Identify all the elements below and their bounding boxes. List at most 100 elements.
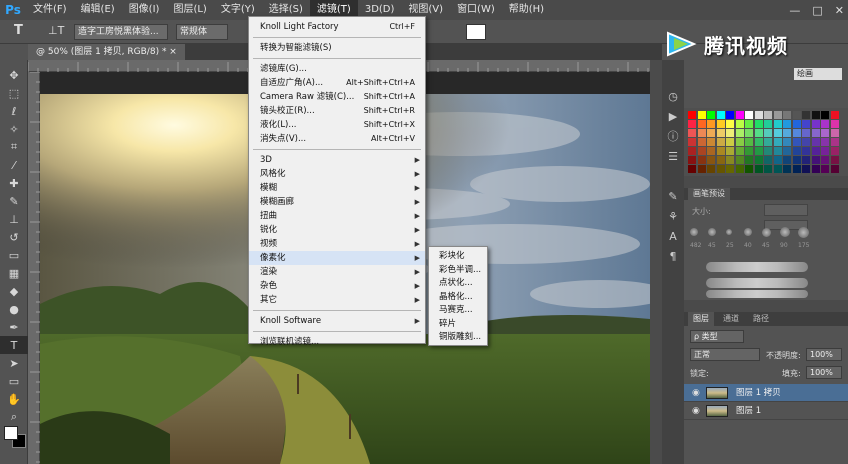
color-swatch[interactable]: [811, 138, 820, 146]
gradient-icon[interactable]: ▦: [0, 264, 28, 282]
maximize-icon[interactable]: □: [812, 4, 822, 17]
color-swatch[interactable]: [783, 156, 791, 164]
filter-menu-item[interactable]: Knoll Light Factory Ctrl+F: [249, 20, 425, 34]
color-swatch[interactable]: [688, 147, 696, 155]
color-swatch[interactable]: [821, 129, 829, 137]
font-style-select[interactable]: 常规体: [176, 24, 228, 40]
color-swatch[interactable]: [745, 147, 753, 155]
opacity-field[interactable]: 100%: [806, 348, 842, 361]
zoom-icon[interactable]: ⌕: [0, 408, 28, 426]
color-swatch[interactable]: [745, 129, 753, 137]
color-swatch[interactable]: [792, 138, 801, 146]
color-swatch[interactable]: [688, 156, 696, 164]
healing-icon[interactable]: ✚: [0, 174, 28, 192]
color-swatch[interactable]: [745, 111, 753, 119]
color-swatch[interactable]: [783, 111, 791, 119]
color-swatch[interactable]: [726, 120, 734, 128]
color-swatch[interactable]: [735, 120, 744, 128]
color-swatch[interactable]: [773, 111, 782, 119]
paragraph-icon[interactable]: ¶: [662, 246, 684, 266]
brush-tip[interactable]: [708, 228, 716, 236]
color-swatch[interactable]: [697, 147, 706, 155]
fill-field[interactable]: 100%: [806, 366, 842, 379]
type-icon[interactable]: T: [0, 336, 28, 354]
color-swatch[interactable]: [783, 147, 791, 155]
color-swatch[interactable]: [707, 156, 715, 164]
color-swatch[interactable]: [726, 147, 734, 155]
minimize-icon[interactable]: —: [789, 4, 800, 17]
color-swatch[interactable]: [726, 138, 734, 146]
layer-row[interactable]: ◉ 图层 1 拷贝: [684, 384, 848, 402]
color-swatch[interactable]: [697, 120, 706, 128]
color-swatch[interactable]: [697, 129, 706, 137]
brush-tip[interactable]: [780, 227, 790, 237]
marquee-icon[interactable]: ⬚: [0, 84, 28, 102]
color-swatch[interactable]: [764, 138, 772, 146]
color-swatch[interactable]: [688, 120, 696, 128]
pixelate-menu-item[interactable]: 马赛克...: [439, 304, 473, 317]
color-swatch[interactable]: [764, 147, 772, 155]
filter-menu-item[interactable]: 3D ▶: [249, 153, 425, 167]
properties-icon[interactable]: ☰: [662, 146, 684, 166]
history-brush-icon[interactable]: ↺: [0, 228, 28, 246]
filter-menu-item[interactable]: 转换为智能滤镜(S): [249, 41, 425, 55]
color-swatch[interactable]: [773, 120, 782, 128]
color-swatch[interactable]: [697, 111, 706, 119]
color-swatch[interactable]: [707, 111, 715, 119]
brush-tip[interactable]: [726, 229, 732, 235]
brush-presets-tab[interactable]: 画笔预设: [688, 188, 730, 200]
color-swatch[interactable]: [735, 138, 744, 146]
color-swatch[interactable]: [735, 111, 744, 119]
brush-icon[interactable]: ✎: [662, 186, 684, 206]
color-swatch[interactable]: [802, 129, 810, 137]
color-swatch[interactable]: [726, 111, 734, 119]
pixelate-menu-item[interactable]: 彩块化: [439, 250, 465, 263]
color-swatch[interactable]: [688, 165, 696, 173]
lasso-icon[interactable]: ℓ: [0, 102, 28, 120]
color-swatch[interactable]: [688, 111, 696, 119]
pixelate-menu-item[interactable]: 彩色半调...: [439, 264, 481, 277]
brush-icon[interactable]: ✎: [0, 192, 28, 210]
color-swatch[interactable]: [811, 111, 820, 119]
filter-menu-item[interactable]: 其它 ▶: [249, 293, 425, 307]
quick-select-icon[interactable]: ✧: [0, 120, 28, 138]
color-swatch[interactable]: [811, 156, 820, 164]
type-tool-icon[interactable]: T: [14, 23, 23, 38]
brush-stroke-preview[interactable]: [706, 290, 808, 298]
color-swatch[interactable]: [783, 129, 791, 137]
color-swatches[interactable]: [4, 426, 26, 448]
filter-menu-item[interactable]: 浏览联机滤镜...: [249, 335, 425, 349]
layer-filter-kind[interactable]: ρ 类型: [690, 330, 744, 343]
brush-tip[interactable]: [690, 228, 698, 236]
close-icon[interactable]: ✕: [835, 4, 844, 17]
color-swatch[interactable]: [716, 156, 725, 164]
clone-source-icon[interactable]: ⚘: [662, 206, 684, 226]
clone-stamp-icon[interactable]: ⊥: [0, 210, 28, 228]
brush-tip[interactable]: [744, 228, 752, 236]
color-swatch[interactable]: [792, 156, 801, 164]
menu-2[interactable]: 图像(I): [122, 0, 167, 20]
color-swatch[interactable]: [821, 111, 829, 119]
document-tab[interactable]: @ 50% (图层 1 拷贝, RGB/8) * ×: [28, 44, 185, 60]
color-swatch[interactable]: [802, 111, 810, 119]
filter-menu-item[interactable]: 模糊 ▶: [249, 181, 425, 195]
visibility-eye-icon[interactable]: ◉: [692, 384, 700, 402]
color-swatch[interactable]: [821, 156, 829, 164]
filter-menu-item[interactable]: 自适应广角(A)... Alt+Shift+Ctrl+A: [249, 76, 425, 90]
hand-icon[interactable]: ✋: [0, 390, 28, 408]
color-swatch[interactable]: [830, 165, 839, 173]
color-swatch[interactable]: [764, 165, 772, 173]
color-swatch[interactable]: [707, 129, 715, 137]
pen-icon[interactable]: ✒: [0, 318, 28, 336]
filter-menu-item[interactable]: 风格化 ▶: [249, 167, 425, 181]
character-icon[interactable]: A: [662, 226, 684, 246]
brush-size-field[interactable]: [764, 204, 808, 216]
filter-menu-item[interactable]: 消失点(V)... Alt+Ctrl+V: [249, 132, 425, 146]
color-swatch[interactable]: [735, 147, 744, 155]
color-swatch[interactable]: [830, 138, 839, 146]
color-swatch[interactable]: [764, 111, 772, 119]
color-swatch[interactable]: [802, 165, 810, 173]
brush-tip[interactable]: [798, 226, 809, 238]
color-swatch[interactable]: [745, 165, 753, 173]
color-swatch[interactable]: [697, 165, 706, 173]
